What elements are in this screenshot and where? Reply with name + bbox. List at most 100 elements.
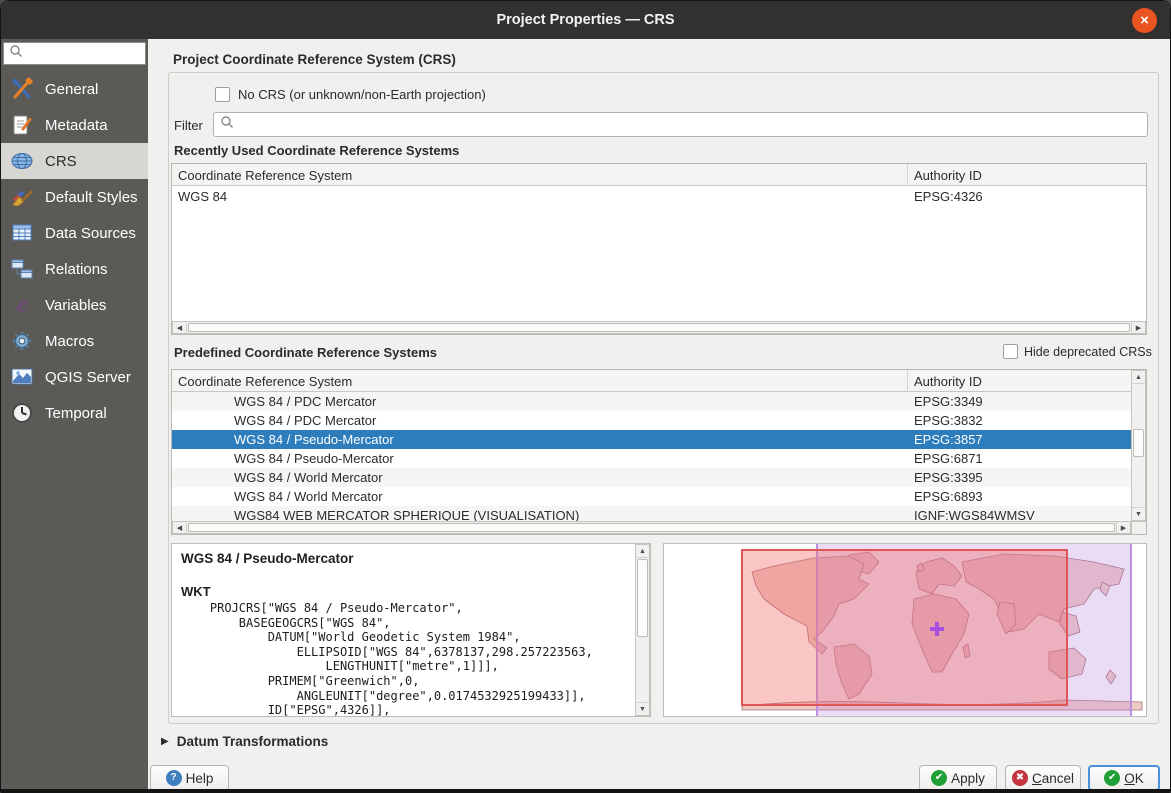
horizontal-scrollbar[interactable]: ◀ ▶ bbox=[172, 521, 1131, 534]
sidebar-item-metadata[interactable]: Metadata bbox=[1, 107, 148, 143]
crs-row-epsg-6893[interactable]: WGS 84 / World Mercator EPSG:6893 bbox=[172, 487, 1131, 506]
sidebar-item-label: Metadata bbox=[45, 117, 108, 134]
sidebar-item-label: QGIS Server bbox=[45, 369, 131, 386]
expander-arrow-icon: ▶ bbox=[161, 736, 169, 747]
scroll-up-icon[interactable]: ▲ bbox=[636, 545, 649, 558]
scrollbar-thumb[interactable] bbox=[637, 559, 648, 637]
server-icon bbox=[10, 365, 34, 389]
table-icon bbox=[10, 221, 34, 245]
sidebar-item-label: General bbox=[45, 81, 98, 98]
scroll-up-icon[interactable]: ▲ bbox=[1132, 371, 1145, 384]
sidebar-item-relations[interactable]: Relations bbox=[1, 251, 148, 287]
crs-row-epsg-3395[interactable]: WGS 84 / World Mercator EPSG:3395 bbox=[172, 468, 1131, 487]
crs-groupbox: No CRS (or unknown/non-Earth projection)… bbox=[168, 72, 1159, 724]
scrollbar-corner bbox=[1131, 521, 1146, 534]
search-icon bbox=[9, 44, 23, 63]
brush-icon bbox=[10, 185, 34, 209]
sidebar-item-label: Temporal bbox=[45, 405, 107, 422]
settings-sidebar: General Metadata CRS Default Styles bbox=[1, 39, 148, 789]
hide-deprecated-checkbox[interactable] bbox=[1003, 344, 1018, 359]
titlebar: Project Properties — CRS × bbox=[1, 1, 1170, 39]
sidebar-item-crs[interactable]: CRS bbox=[1, 143, 148, 179]
datum-transformations-label: Datum Transformations bbox=[177, 734, 329, 749]
recent-crs-title: Recently Used Coordinate Reference Syste… bbox=[174, 143, 459, 158]
scroll-right-icon[interactable]: ▶ bbox=[1131, 322, 1145, 333]
epsilon-icon: ε bbox=[10, 293, 34, 317]
sidebar-item-data-sources[interactable]: Data Sources bbox=[1, 215, 148, 251]
scrollbar-thumb[interactable] bbox=[188, 523, 1115, 532]
close-icon: × bbox=[1140, 13, 1149, 28]
no-crs-row: No CRS (or unknown/non-Earth projection) bbox=[215, 87, 486, 102]
scroll-down-icon[interactable]: ▼ bbox=[636, 702, 649, 715]
sidebar-item-label: Data Sources bbox=[45, 225, 136, 242]
vertical-scrollbar[interactable]: ▲ ▼ bbox=[635, 544, 650, 716]
filter-label: Filter bbox=[174, 118, 203, 133]
page-title: Project Coordinate Reference System (CRS… bbox=[173, 52, 456, 67]
crs-row-ignf-wgs84wmsv[interactable]: WGS84 WEB MERCATOR SPHERIQUE (VISUALISAT… bbox=[172, 506, 1131, 521]
crs-details-panel: WGS 84 / Pseudo-Mercator WKT PROJCRS["WG… bbox=[171, 543, 651, 717]
recent-crs-table: Coordinate Reference System Authority ID… bbox=[171, 163, 1147, 335]
scroll-down-icon[interactable]: ▼ bbox=[1132, 507, 1145, 520]
crs-extent-overlay bbox=[742, 550, 1067, 705]
sidebar-search-input[interactable] bbox=[27, 47, 127, 61]
world-map bbox=[664, 544, 1146, 716]
column-header-authority[interactable]: Authority ID bbox=[908, 370, 1146, 392]
sidebar-item-temporal[interactable]: Temporal bbox=[1, 395, 148, 431]
crs-row-epsg-6871[interactable]: WGS 84 / Pseudo-Mercator EPSG:6871 bbox=[172, 449, 1131, 468]
sidebar-item-label: Macros bbox=[45, 333, 94, 350]
vertical-scrollbar[interactable]: ▲ ▼ bbox=[1131, 370, 1146, 521]
globe-icon bbox=[10, 149, 34, 173]
table-header: Coordinate Reference System Authority ID bbox=[172, 370, 1146, 392]
hide-deprecated-label: Hide deprecated CRSs bbox=[1024, 345, 1152, 359]
table-body: WGS 84 EPSG:4326 bbox=[172, 186, 1146, 321]
column-header-authority[interactable]: Authority ID bbox=[908, 164, 1146, 186]
wkt-text: PROJCRS["WGS 84 / Pseudo-Mercator", BASE… bbox=[181, 601, 632, 717]
search-icon bbox=[220, 115, 234, 134]
filter-field[interactable] bbox=[213, 112, 1148, 137]
scroll-left-icon[interactable]: ◀ bbox=[173, 322, 187, 333]
predefined-crs-table: Coordinate Reference System Authority ID… bbox=[171, 369, 1147, 535]
sidebar-item-default-styles[interactable]: Default Styles bbox=[1, 179, 148, 215]
apply-button[interactable]: ✔ Apply bbox=[919, 765, 997, 791]
filter-input[interactable] bbox=[239, 117, 1147, 132]
relations-icon bbox=[10, 257, 34, 281]
scrollbar-thumb[interactable] bbox=[188, 323, 1130, 332]
settings-nav: General Metadata CRS Default Styles bbox=[1, 71, 148, 431]
cancel-button[interactable]: ✖ Cancel bbox=[1005, 765, 1081, 791]
crs-row-wgs-84[interactable]: WGS 84 EPSG:4326 bbox=[172, 186, 1146, 206]
help-button[interactable]: ? Help bbox=[150, 765, 229, 791]
crs-row-epsg-3349[interactable]: WGS 84 / PDC Mercator EPSG:3349 bbox=[172, 392, 1131, 411]
gear-icon bbox=[10, 329, 34, 353]
scroll-right-icon[interactable]: ▶ bbox=[1116, 522, 1130, 533]
close-button[interactable]: × bbox=[1132, 8, 1157, 33]
sidebar-item-label: Variables bbox=[45, 297, 106, 314]
table-header: Coordinate Reference System Authority ID bbox=[172, 164, 1146, 186]
scrollbar-thumb[interactable] bbox=[1133, 429, 1144, 457]
project-properties-dialog: Project Properties — CRS × General Metad… bbox=[0, 0, 1171, 793]
scroll-left-icon[interactable]: ◀ bbox=[173, 522, 187, 533]
no-crs-checkbox[interactable] bbox=[215, 87, 230, 102]
svg-text:ε: ε bbox=[17, 294, 27, 316]
cross-icon: ✖ bbox=[1012, 770, 1028, 786]
metadata-icon bbox=[10, 113, 34, 137]
sidebar-item-label: Default Styles bbox=[45, 189, 138, 206]
hide-deprecated-row: Hide deprecated CRSs bbox=[1003, 344, 1152, 359]
crs-page: Project Coordinate Reference System (CRS… bbox=[148, 39, 1170, 789]
crs-row-epsg-3832[interactable]: WGS 84 / PDC Mercator EPSG:3832 bbox=[172, 411, 1131, 430]
ok-button[interactable]: ✔ OK bbox=[1088, 765, 1160, 791]
sidebar-item-label: CRS bbox=[45, 153, 77, 170]
sidebar-item-variables[interactable]: ε Variables bbox=[1, 287, 148, 323]
wkt-label: WKT bbox=[181, 584, 211, 599]
check-icon: ✔ bbox=[1104, 770, 1120, 786]
sidebar-item-macros[interactable]: Macros bbox=[1, 323, 148, 359]
column-header-crs[interactable]: Coordinate Reference System bbox=[172, 370, 908, 392]
sidebar-item-general[interactable]: General bbox=[1, 71, 148, 107]
crs-extent-preview bbox=[663, 543, 1147, 717]
crs-row-epsg-3857[interactable]: WGS 84 / Pseudo-Mercator EPSG:3857 bbox=[172, 430, 1131, 449]
predefined-crs-title: Predefined Coordinate Reference Systems bbox=[174, 345, 437, 360]
horizontal-scrollbar[interactable]: ◀ ▶ bbox=[172, 321, 1146, 334]
datum-transformations-expander[interactable]: ▶ Datum Transformations bbox=[161, 734, 328, 749]
sidebar-search[interactable] bbox=[3, 42, 146, 65]
column-header-crs[interactable]: Coordinate Reference System bbox=[172, 164, 908, 186]
sidebar-item-qgis-server[interactable]: QGIS Server bbox=[1, 359, 148, 395]
